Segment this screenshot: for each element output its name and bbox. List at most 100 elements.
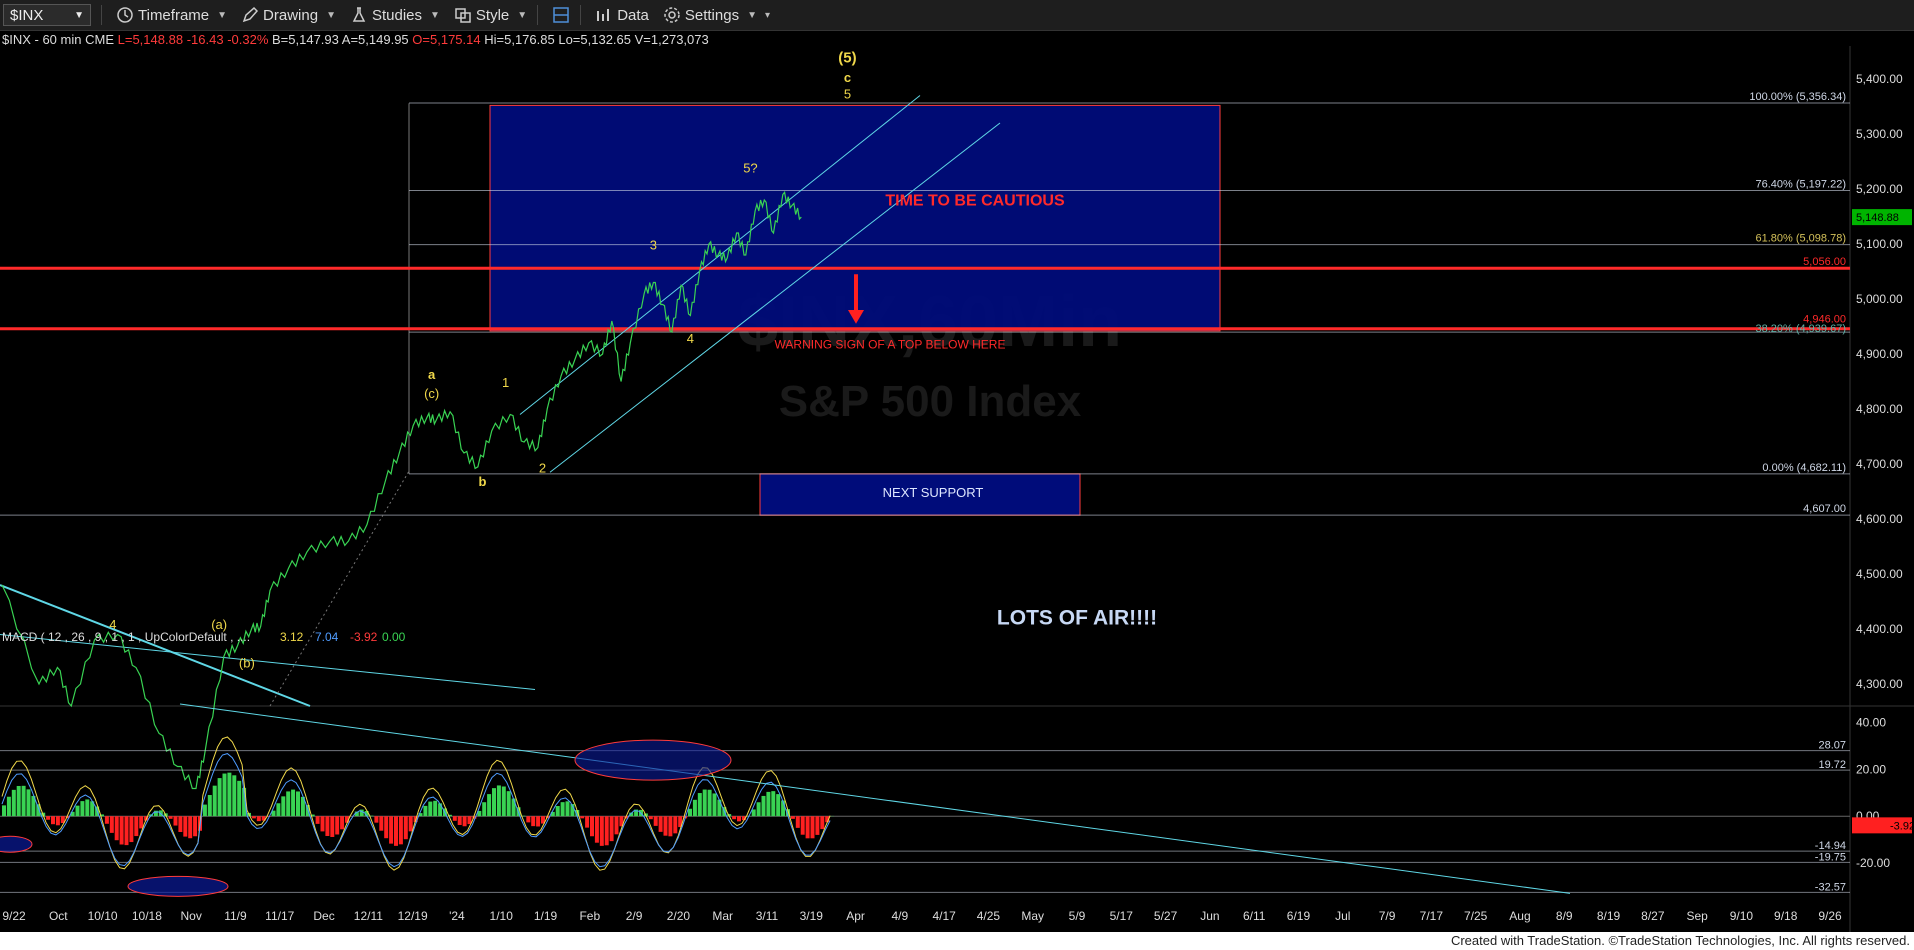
x-tick-label: Oct [49, 909, 68, 923]
bid: B=5,147.93 [272, 32, 339, 47]
wave-label: 2 [539, 460, 546, 475]
settings-menu[interactable]: Settings ▼ ▾ [663, 6, 770, 24]
macd-histogram-bar [653, 816, 658, 826]
wave-label: (c) [424, 386, 439, 401]
macd-histogram-bar [506, 791, 511, 817]
x-tick-label: Dec [313, 909, 334, 923]
macd-histogram-bar [55, 816, 60, 826]
style-label: Style [475, 6, 510, 24]
last-price: L=5,148.88 [117, 32, 184, 47]
layout-button[interactable] [552, 6, 570, 24]
macd-histogram-bar [663, 816, 668, 836]
macd-histogram-bar [433, 800, 438, 817]
macd-histogram-bar [51, 816, 55, 825]
macd-histogram-bar [771, 791, 776, 817]
chevron-down-icon: ▼ [217, 9, 228, 21]
macd-histogram-bar [761, 795, 766, 817]
drawing-menu[interactable]: Drawing ▼ [241, 6, 336, 24]
macd-histogram-bar [658, 816, 663, 832]
toolbar-divider [537, 5, 539, 25]
macd-histogram-bar [492, 788, 496, 817]
pencil-icon [242, 6, 259, 23]
macd-histogram-bar [227, 772, 232, 817]
macd-histogram-bar [212, 785, 217, 817]
macd-histogram-bar [423, 805, 428, 817]
layout-icon [553, 7, 569, 23]
style-menu[interactable]: Style ▼ [454, 6, 527, 24]
level-label: 76.40% (5,197.22) [1755, 179, 1846, 191]
macd-histogram-bar [374, 816, 379, 823]
x-tick-label: 3/11 [756, 909, 779, 923]
macd-histogram-bar [815, 816, 820, 835]
wave-label: 1 [502, 375, 509, 390]
x-tick-label: Aug [1509, 909, 1530, 923]
macd-histogram-bar [193, 816, 198, 837]
macd-histogram-bar [536, 816, 541, 827]
macd-histogram-bar [119, 816, 124, 845]
chevron-down-icon: ▼ [326, 9, 336, 21]
macd-histogram-bar [560, 802, 565, 817]
studies-label: Studies [371, 6, 423, 24]
x-tick-label: 1/10 [490, 909, 514, 923]
timeframe-menu[interactable]: Timeframe ▼ [116, 6, 227, 24]
x-tick-label: Apr [846, 909, 865, 923]
chevron-down-icon: ▼ [747, 9, 757, 21]
price-chart[interactable]: $INX,60MinS&P 500 Index100.00% (5,356.34… [0, 46, 1914, 932]
y-tick-label: 5,300.00 [1856, 127, 1903, 141]
macd-histogram-bar [207, 795, 212, 817]
wave-label: (b) [239, 656, 255, 671]
macd-histogram-bar [104, 816, 109, 824]
macd-histogram-bar [335, 816, 340, 835]
x-tick-label: 4/9 [892, 909, 909, 923]
macd-histogram-bar [452, 816, 457, 821]
macd-histogram-bar [496, 785, 501, 817]
macd-histogram-bar [188, 816, 193, 839]
copyright-footer: Created with TradeStation. ©TradeStation… [1450, 933, 1910, 948]
x-tick-label: 9/10 [1730, 909, 1754, 923]
macd-level-label: -14.94 [1815, 840, 1846, 852]
macd-histogram-bar [394, 816, 398, 846]
macd-histogram-bar [428, 801, 433, 817]
x-tick-label: 5/9 [1069, 909, 1086, 923]
macd-histogram-bar [776, 794, 781, 817]
symbol-input[interactable]: $INX ▼ [3, 4, 91, 26]
macd-histogram-bar [668, 816, 673, 837]
macd-value: 7.04 [315, 630, 339, 644]
macd-histogram-bar [217, 778, 222, 817]
level-label: 38.20% (4,939.67) [1755, 323, 1846, 335]
macd-histogram-bar [795, 816, 800, 828]
quote-bar: $INX - 60 min CME L=5,148.88 -16.43 -0.3… [2, 32, 709, 47]
macd-histogram-bar [599, 816, 604, 846]
x-tick-label: 1/19 [534, 909, 558, 923]
annotation-caution: TIME TO BE CAUTIOUS [885, 193, 1065, 210]
y-tick-label: 5,400.00 [1856, 72, 1903, 86]
macd-histogram-bar [109, 816, 114, 833]
chevron-down-icon: ▼ [517, 9, 528, 21]
macd-histogram-bar [702, 789, 707, 817]
last-price-value: 5,148.88 [1856, 212, 1899, 224]
annotation-support: NEXT SUPPORT [883, 485, 984, 500]
macd-histogram-bar [820, 816, 825, 830]
studies-menu[interactable]: Studies ▼ [350, 6, 440, 24]
wave-label: b [479, 474, 487, 489]
macd-histogram-bar [688, 808, 692, 817]
chevron-down-icon: ▼ [430, 9, 440, 21]
macd-histogram-bar [457, 816, 462, 825]
y-tick-label: 4,800.00 [1856, 402, 1903, 416]
macd-histogram-bar [276, 803, 281, 817]
y-tick-label: 4,500.00 [1856, 567, 1903, 581]
wave-label: c [844, 70, 851, 85]
pct-change: -0.32% [227, 32, 269, 47]
macd-histogram-bar [85, 799, 90, 817]
wave-label: 5 [844, 86, 851, 101]
symbol-interval: $INX - 60 min [2, 32, 82, 47]
macd-histogram-bar [614, 816, 619, 835]
macd-histogram-bar [202, 804, 207, 817]
annotation-air: LOTS OF AIR!!!! [997, 607, 1157, 630]
macd-histogram-bar [340, 816, 345, 830]
level-label: 4,607.00 [1803, 503, 1846, 515]
data-menu[interactable]: Data [595, 6, 649, 24]
wave-label: 4 [687, 331, 694, 346]
macd-histogram-bar [462, 816, 467, 827]
macd-histogram-bar [384, 816, 389, 839]
